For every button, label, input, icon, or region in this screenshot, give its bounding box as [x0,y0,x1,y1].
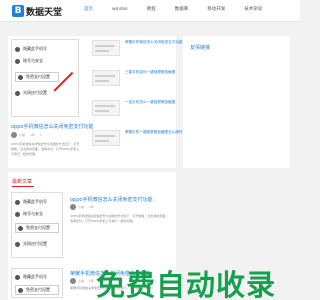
shield-icon [15,211,20,217]
pay-icon [18,287,23,293]
thumb-line [95,45,115,47]
nav-item-windos[interactable]: windos [112,6,128,14]
side-post-title: 荣耀手机微信怎么关闭免密支付功能 [125,40,183,44]
menu-item-hide-phone: 隐藏此手机号 [15,46,47,52]
post-date: 1年 [30,133,35,137]
menu-item-password-free: 免密支付设置 [15,223,59,233]
circle-icon [15,241,20,247]
pay-icon [18,74,23,80]
post-meta: 小编 1年 [70,278,94,284]
nav-item-mobile[interactable]: 移动开发 [207,6,225,14]
post-title[interactable]: oppo手机微信怎么关闭免密支付功能 [70,196,152,203]
side-post-title: 一加手机怎么一键锁屏微信截图 [125,100,176,104]
post-excerpt: OPPO手机微信关闭免密支付功能的方法如下：打开微信，点击我的页面，选择支付，打… [70,214,169,223]
nav-item-home[interactable]: 首页 [84,6,93,14]
menu-item-password-free: 免密支付设置 [15,72,59,82]
thumb-line [95,80,109,82]
post-thumbnail [92,40,120,56]
menu-item-network-pay: 光网应付设置 [15,90,47,96]
circle-icon [15,46,20,52]
menu-item-hide-phone: 隐藏此手机号 [15,199,47,205]
thumb-line [95,135,115,137]
post-date: 1年 [89,205,94,209]
menu-item-account-security: 账号与安全 [15,211,43,217]
main-nav: 首页 windos 教程 数据库 移动开发 技术杂谈 [84,6,281,14]
section-title: 最新文章 [12,179,33,185]
post-meta: 小编 1年 [70,204,94,210]
views-count: 1 [39,133,42,137]
author: 小编 [78,205,85,209]
side-post[interactable]: 三星手机如何一键锁屏微信截图 [92,70,183,86]
side-post[interactable]: 荣耀手机一键锁屏微信截图怎么操作 [92,130,183,146]
thumb-line [95,50,109,52]
menu-item-account-security: 账号与安全 [15,58,43,64]
logo-text: 数据天堂 [26,7,63,18]
side-post-title: 荣耀手机一键锁屏微信截图怎么操作 [125,130,183,134]
links-title: 友情链接 [190,45,211,51]
author: 小编 [19,133,26,137]
thumb-line [95,105,115,107]
author: 小编 [78,279,85,283]
thumb-line [95,140,109,142]
circle-icon [15,199,20,205]
shield-icon [15,58,20,64]
menu-item-hide-phone: 隐藏此手机号 [15,274,47,280]
featured-screenshot[interactable]: 隐藏此手机号 账号与安全 免密支付设置 光网应付设置 [11,39,79,117]
nav-item-tutorial[interactable]: 教程 [147,6,156,14]
side-post[interactable]: 荣耀手机微信怎么关闭免密支付功能 [92,40,183,56]
featured-card: 隐藏此手机号 账号与安全 免密支付设置 光网应付设置 oppo手机微信怎么关闭免… [8,36,183,168]
post-thumbnail[interactable]: 隐藏此手机号 免密支付设置 [11,268,63,298]
page: B 数据天堂 首页 windos 教程 数据库 移动开发 技术杂谈 隐藏此手机号… [0,0,300,300]
featured-excerpt: OPPO手机微信关闭免密支付功能的方法如下：打开微信，点击我的页面，选择支付，打… [11,142,80,156]
circle-icon [15,90,20,96]
side-post[interactable]: 一加手机怎么一键锁屏微信截图 [92,100,183,116]
post-thumbnail [92,100,120,116]
avatar [70,278,76,284]
logo-badge: B [12,5,24,17]
top-navbar: B 数据天堂 首页 windos 教程 数据库 移动开发 技术杂谈 [0,0,300,22]
thumb-line [95,110,109,112]
post-thumbnail[interactable]: 隐藏此手机号 账号与安全 免密支付设置 光网应付设置 [11,192,63,258]
side-post-title: 三星手机如何一键锁屏微信截图 [125,70,176,74]
menu-item-password-free: 免密支付设置 [15,285,59,295]
circle-icon [15,274,20,280]
menu-item-network-pay: 光网应付设置 [15,241,47,247]
avatar [11,132,17,138]
post-thumbnail [92,130,120,146]
links-card [183,36,290,168]
section-underline [12,186,34,187]
thumb-line [95,75,115,77]
featured-title[interactable]: oppo手机微信怎么关闭免密支付功能 [11,123,93,130]
site-logo[interactable]: B 数据天堂 [12,4,62,18]
featured-meta: 小编 1年 1 [11,132,42,138]
nav-item-database[interactable]: 数据库 [175,6,189,14]
post-thumbnail [92,70,120,86]
avatar [70,204,76,210]
pay-icon [18,225,23,231]
nav-item-tech[interactable]: 技术杂谈 [244,6,262,14]
post-date: 1年 [89,279,94,283]
watermark: 免费自动收录 [96,268,277,300]
